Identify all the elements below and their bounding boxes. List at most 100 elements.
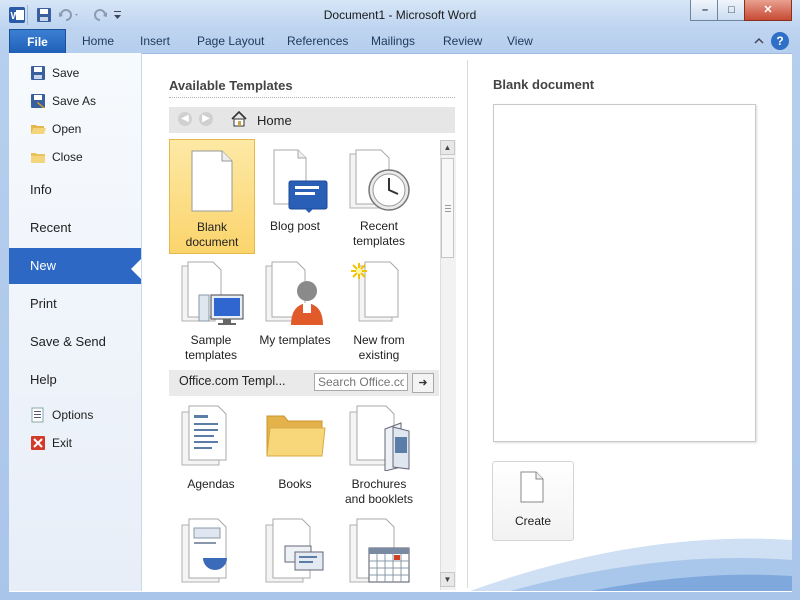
template-books[interactable]: Books	[253, 400, 337, 510]
exit-icon	[30, 435, 46, 451]
nav-save[interactable]: Save	[9, 62, 141, 84]
tile-label-1: Blank	[196, 220, 228, 234]
sample-templates-icon	[181, 261, 245, 330]
nav-print[interactable]: Print	[9, 286, 141, 322]
brochures-icon	[349, 405, 411, 474]
agendas-icon	[181, 405, 237, 470]
nav-save-send-label: Save & Send	[30, 334, 106, 349]
tab-page-layout[interactable]: Page Layout	[197, 29, 264, 53]
file-tab[interactable]: File	[9, 29, 66, 54]
office-search-input[interactable]	[314, 373, 408, 391]
template-new-from-existing[interactable]: New from existing	[337, 253, 421, 366]
recent-templates-icon	[349, 149, 411, 216]
nav-save-as[interactable]: Save As	[9, 90, 141, 112]
template-blank-document[interactable]: Blank document	[169, 139, 255, 254]
minimize-ribbon-icon[interactable]	[752, 34, 766, 48]
tile-label-1: Recent	[359, 219, 399, 233]
nav-options[interactable]: Options	[9, 404, 141, 426]
tile-label-2: templates	[184, 348, 238, 362]
tile-label-2: and booklets	[344, 492, 414, 506]
template-brochures[interactable]: Brochures and booklets	[337, 400, 421, 510]
window-title: Document1 - Microsoft Word	[323, 8, 477, 22]
help-icon[interactable]: ?	[771, 32, 789, 50]
pane-divider	[467, 60, 468, 588]
nav-options-label: Options	[52, 408, 94, 422]
document-preview	[493, 104, 756, 442]
template-office-item-5[interactable]	[253, 512, 337, 590]
tab-mailings[interactable]: Mailings	[371, 29, 415, 53]
template-office-item-6[interactable]	[337, 512, 421, 590]
tile-label-2: document	[185, 235, 239, 249]
new-document-icon	[520, 471, 544, 506]
tab-insert[interactable]: Insert	[140, 29, 170, 53]
calendar-icon	[349, 518, 411, 587]
nav-recent[interactable]: Recent	[9, 210, 141, 246]
nav-print-label: Print	[30, 296, 57, 311]
template-blog-post[interactable]: Blog post	[253, 139, 337, 252]
template-agendas[interactable]: Agendas	[169, 400, 253, 510]
save-icon	[30, 65, 46, 81]
blog-post-icon	[273, 149, 329, 216]
tile-label-2: templates	[352, 234, 406, 248]
nav-close[interactable]: Close	[9, 146, 141, 168]
tab-review[interactable]: Review	[443, 29, 482, 53]
scroll-thumb[interactable]	[441, 158, 454, 258]
books-folder-icon	[266, 412, 326, 461]
nav-help-label: Help	[30, 372, 57, 387]
nav-new-label: New	[30, 258, 57, 273]
tile-label-1: Brochures	[351, 477, 407, 491]
calendar-doc-icon	[181, 518, 237, 587]
nav-exit-label: Exit	[52, 436, 73, 450]
available-templates-heading: Available Templates	[169, 78, 293, 93]
search-go-button[interactable]: ➜	[412, 373, 434, 393]
breadcrumb-home[interactable]: Home	[257, 113, 292, 128]
template-sample[interactable]: Sample templates	[169, 253, 253, 366]
tile-label-1: Books	[278, 477, 312, 491]
nav-close-label: Close	[52, 150, 83, 164]
office-templates-label: Office.com Templ...	[179, 374, 286, 388]
nav-open-label: Open	[52, 122, 82, 136]
back-arrow-icon[interactable]: ◀	[178, 112, 192, 126]
nav-save-as-label: Save As	[52, 94, 97, 108]
maximize-button[interactable]: □	[717, 0, 746, 21]
scroll-up-button[interactable]: ▲	[440, 140, 455, 155]
cards-doc-icon	[265, 518, 327, 587]
nav-save-label: Save	[52, 66, 80, 80]
options-icon	[30, 407, 46, 423]
nav-help[interactable]: Help	[9, 362, 141, 398]
nav-exit[interactable]: Exit	[9, 432, 141, 454]
tab-references[interactable]: References	[287, 29, 348, 53]
nav-new[interactable]: New	[9, 248, 141, 284]
tile-label-2: existing	[358, 348, 400, 362]
template-office-item-4[interactable]	[169, 512, 253, 590]
tab-home[interactable]: Home	[82, 29, 114, 53]
nav-info-label: Info	[30, 182, 52, 197]
forward-arrow-icon[interactable]: ▶	[199, 112, 213, 126]
selected-pointer	[131, 259, 141, 279]
minimize-button[interactable]: –	[690, 0, 720, 21]
template-recent[interactable]: Recent templates	[337, 139, 421, 252]
tile-label-1: Agendas	[187, 477, 235, 491]
tile-label-1: New from	[353, 333, 405, 347]
home-icon[interactable]	[231, 110, 247, 127]
save-as-icon	[30, 93, 46, 109]
template-my-templates[interactable]: My templates	[253, 253, 337, 366]
tile-label-1: Blog post	[269, 219, 321, 233]
new-from-existing-icon	[349, 261, 405, 330]
close-folder-icon	[30, 149, 46, 165]
open-folder-icon	[30, 121, 46, 137]
scroll-down-button[interactable]: ▼	[440, 572, 455, 587]
nav-save-send[interactable]: Save & Send	[9, 324, 141, 360]
create-button[interactable]	[492, 461, 574, 541]
nav-info[interactable]: Info	[9, 172, 141, 208]
blank-document-icon	[191, 150, 233, 215]
tile-label-1: Sample	[190, 333, 232, 347]
create-label: Create	[514, 514, 552, 528]
my-templates-icon	[265, 261, 327, 330]
nav-recent-label: Recent	[30, 220, 72, 235]
tab-view[interactable]: View	[507, 29, 533, 53]
heading-separator	[169, 97, 455, 98]
nav-open[interactable]: Open	[9, 118, 141, 140]
tile-label-1: My templates	[259, 333, 331, 347]
close-button[interactable]: ✕	[744, 0, 792, 21]
